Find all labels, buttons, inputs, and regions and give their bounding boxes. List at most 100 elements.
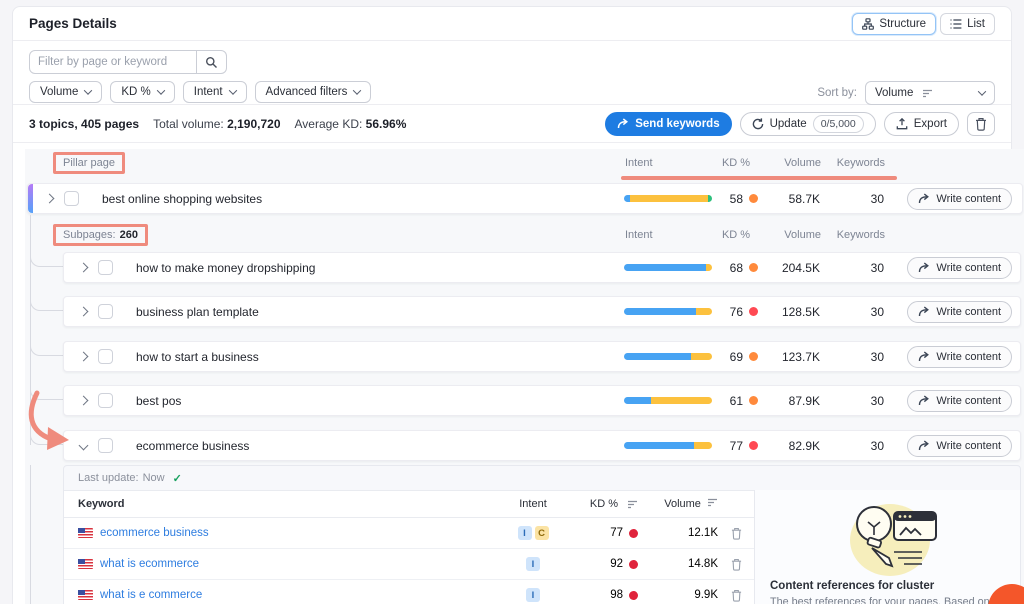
filter-dropdown-kd-[interactable]: KD % [110,81,174,103]
intent-badge-i: I [526,588,540,602]
write-content-arrow-icon [918,351,930,362]
subpage-row[interactable]: ecommerce business7782.9K30Write content [63,430,1021,461]
subpage-row[interactable]: how to make money dropshipping68204.5K30… [63,252,1021,283]
update-button[interactable]: Update 0/5,000 [740,112,876,136]
keywords-count: 30 [820,261,884,275]
delete-keyword-button[interactable] [718,589,754,602]
subpage-row[interactable]: best pos6187.9K30Write content [63,385,1021,416]
write-content-button[interactable]: Write content [907,257,1012,279]
row-title: business plan template [136,305,259,319]
row-title: how to start a business [136,350,259,364]
intent-bar [624,442,712,449]
delete-keyword-button[interactable] [718,558,754,571]
list-view-button[interactable]: List [940,13,995,35]
send-keywords-button[interactable]: Send keywords [605,112,731,136]
row-checkbox[interactable] [98,260,113,275]
tree-branch-line [30,380,63,400]
tree-branch-line [30,247,63,267]
chevron-right-icon[interactable] [79,263,89,273]
tree-trunk-line-lower [30,465,31,604]
keyword-link[interactable]: what is ecommerce [100,558,199,570]
chevron-right-icon[interactable] [79,396,89,406]
chevron-down-icon [978,87,986,95]
subpage-row[interactable]: how to start a business69123.7K30Write c… [63,341,1021,372]
col-intent-header: Intent [625,229,713,241]
kd-value: 76 [730,305,743,319]
keyword-link[interactable]: ecommerce business [100,527,209,539]
write-content-arrow-icon [918,262,930,273]
chevron-down-icon[interactable] [79,441,89,451]
keyword-table: Keyword Intent KD % Volume [64,490,754,604]
last-update: Last update: Now ✓ [64,466,1020,490]
row-checkbox[interactable] [64,191,79,206]
us-flag-icon [78,528,93,538]
intent-bar [624,308,712,315]
intent-bar [624,397,712,404]
row-checkbox[interactable] [98,438,113,453]
col-kd-header: KD % [713,229,759,241]
filter-dropdown-label: Intent [194,86,223,98]
write-content-button[interactable]: Write content [907,390,1012,412]
subpage-row[interactable]: business plan template76128.5K30Write co… [63,296,1021,327]
sort-value: Volume [875,87,913,99]
write-content-button[interactable]: Write content [907,346,1012,368]
sort-select[interactable]: Volume [865,81,995,105]
keywords-count: 30 [820,192,884,206]
search-button[interactable] [197,50,227,74]
volume-value: 58.7K [758,192,820,206]
filter-dropdown-label: Volume [40,86,78,98]
intent-column [624,195,712,202]
structure-view-button[interactable]: Structure [852,13,936,35]
intent-bar [624,264,712,271]
kw-col-volume[interactable]: Volume [638,498,718,510]
delete-button[interactable] [967,112,995,136]
subpages-count: 260 [120,229,138,241]
kd-difficulty-dot [749,441,758,450]
send-keywords-label: Send keywords [635,118,719,130]
filter-dropdowns: Volume KD % Intent Advanced filters [29,81,371,103]
volume-value: 14.8K [638,558,718,570]
list-label: List [967,18,985,30]
pillar-page-row[interactable]: best online shopping websites5858.7K30Wr… [27,183,1023,214]
search-input[interactable] [29,50,197,74]
write-content-button[interactable]: Write content [907,435,1012,457]
structure-label: Structure [879,18,926,30]
write-content-button[interactable]: Write content [907,188,1012,210]
export-button[interactable]: Export [884,112,959,136]
keyword-link[interactable]: what is e commerce [100,589,202,601]
filter-dropdown-advanced-filters[interactable]: Advanced filters [255,81,372,103]
intent-column [624,308,712,315]
kd-column: 68 [712,261,758,275]
row-checkbox[interactable] [98,304,113,319]
intent-column [624,353,712,360]
write-content-arrow-icon [918,395,930,406]
filter-bar: VolumeKD %IntentAdvanced filters Sort by… [13,41,1011,105]
chevron-right-icon[interactable] [79,352,89,362]
chevron-right-icon[interactable] [79,307,89,317]
col-volume-header: Volume [759,157,821,169]
row-checkbox[interactable] [98,393,113,408]
list-icon [950,18,962,30]
volume-value: 12.1K [638,527,718,539]
us-flag-icon [78,590,93,600]
intent-badges: I [503,588,563,602]
delete-keyword-button[interactable] [718,527,754,540]
keywords-count: 30 [820,350,884,364]
filter-dropdown-volume[interactable]: Volume [29,81,102,103]
panel-header: Pages Details Structure List [13,7,1011,41]
write-content-arrow-icon [918,306,930,317]
kw-col-intent: Intent [503,498,563,510]
write-content-label: Write content [936,262,1001,274]
filter-dropdown-intent[interactable]: Intent [183,81,247,103]
total-volume: Total volume: 2,190,720 [153,117,280,131]
kw-col-kd[interactable]: KD % [563,498,638,510]
volume-value: 204.5K [758,261,820,275]
send-arrow-icon [617,118,629,129]
chevron-right-icon[interactable] [45,194,55,204]
tree-branch-line [30,336,63,356]
col-keywords-header: Keywords [821,229,885,241]
row-checkbox[interactable] [98,349,113,364]
structure-icon [862,18,874,30]
kd-column: 61 [712,394,758,408]
write-content-button[interactable]: Write content [907,301,1012,323]
